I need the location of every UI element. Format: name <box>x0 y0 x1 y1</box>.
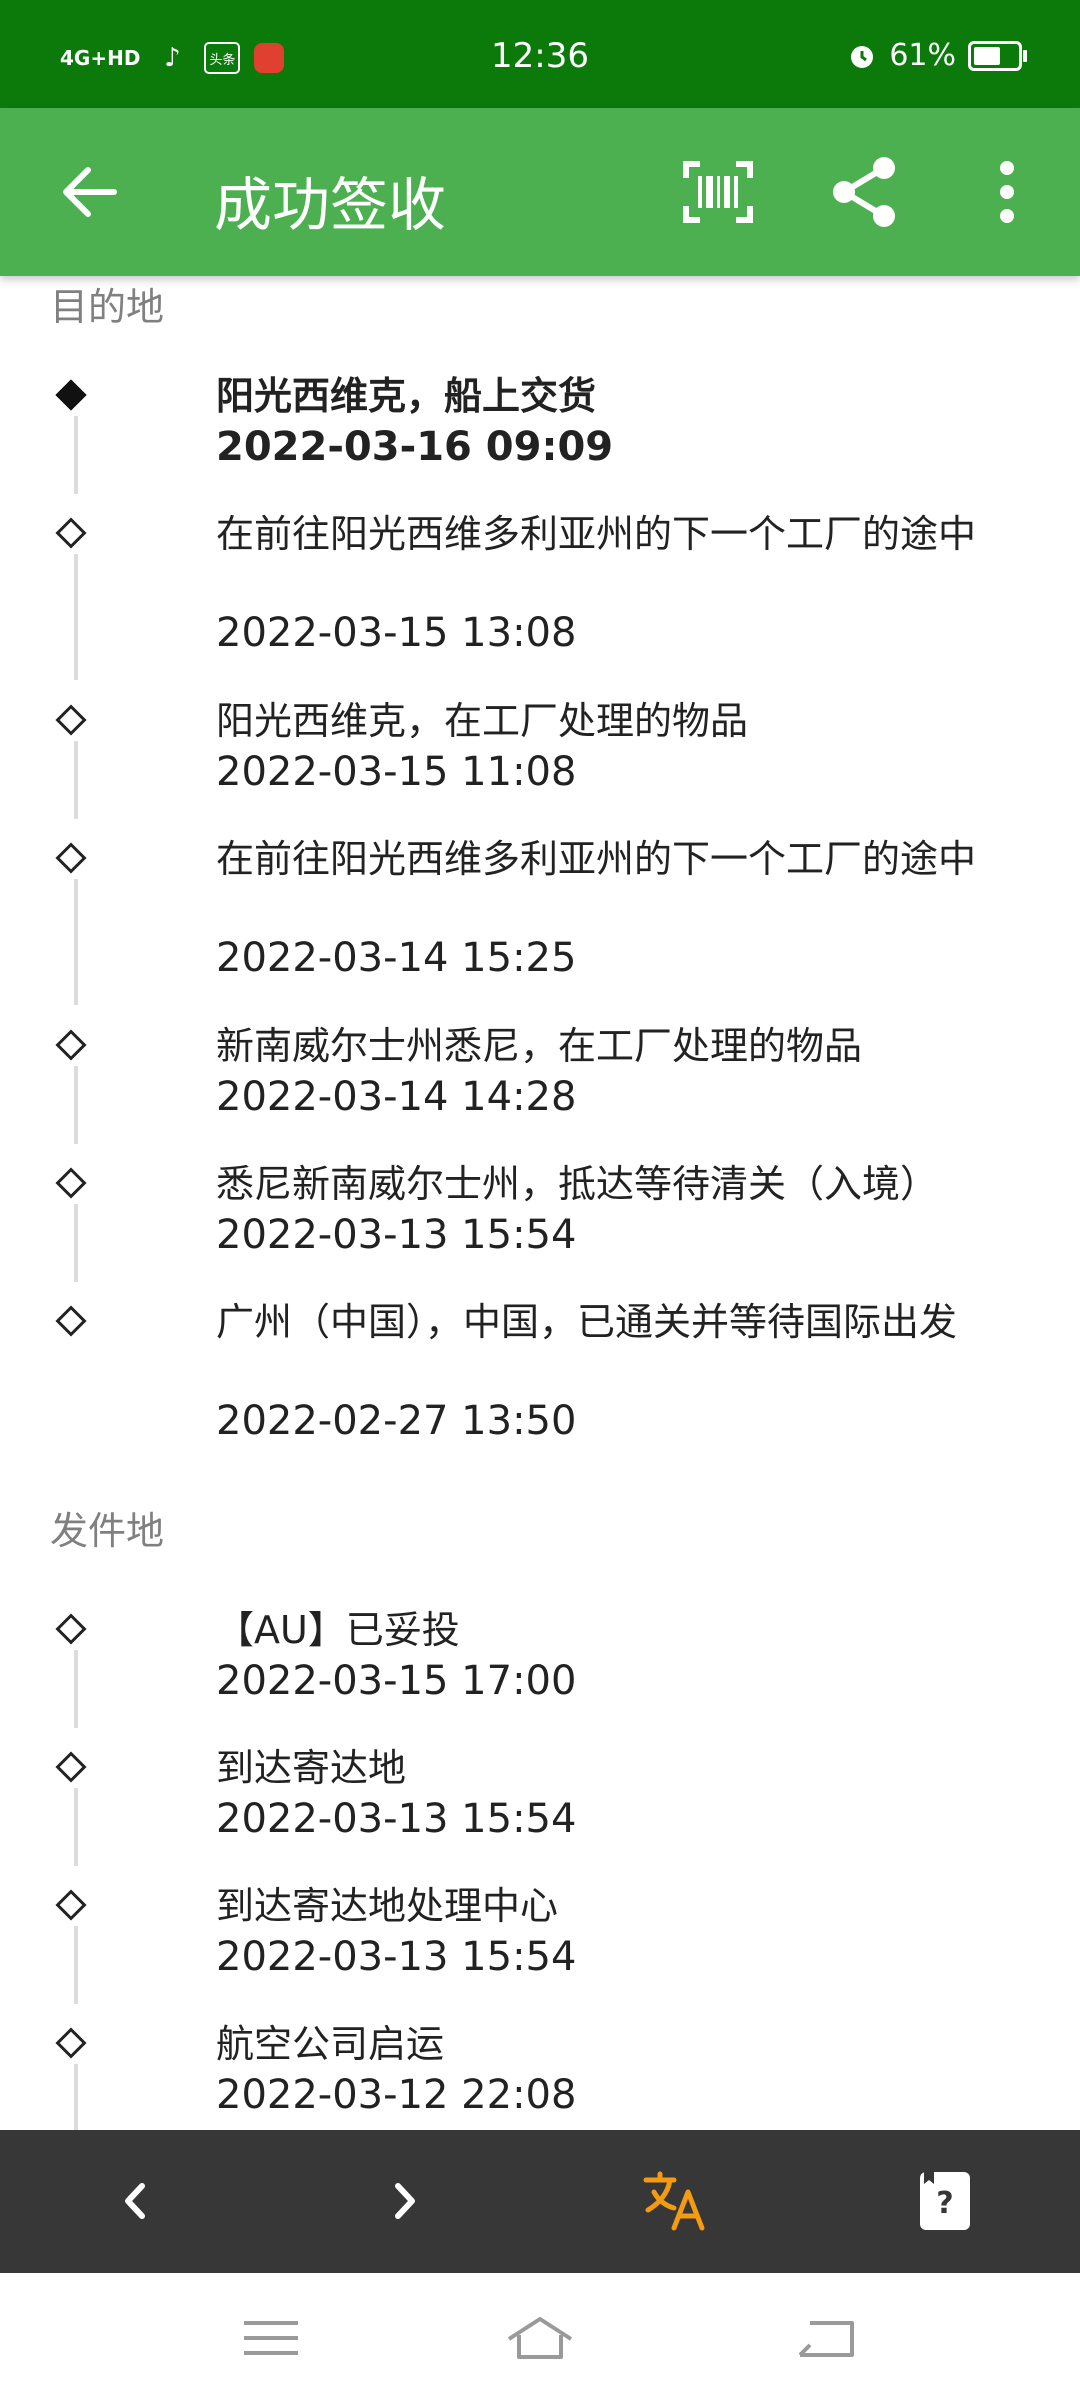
event-time: 2022-02-27 13:50 <box>216 1398 577 1444</box>
event-description: 【AU】已妥投 <box>216 1608 460 1652</box>
event-description: 到达寄达地 <box>216 1746 407 1790</box>
timeline-line <box>74 1926 78 2004</box>
chevron-right-icon[interactable] <box>370 2166 440 2236</box>
timeline-marker-icon <box>55 1889 87 1921</box>
event-time: 2022-03-14 14:28 <box>216 1074 577 1120</box>
timeline-line <box>74 2064 78 2130</box>
event-description: 广州（中国），中国，已通关并等待国际出发 <box>216 1300 958 1344</box>
timeline-marker-icon <box>55 517 87 549</box>
battery-fill <box>974 46 1000 65</box>
help-card-icon[interactable]: ? <box>910 2166 980 2236</box>
home-icon[interactable] <box>505 2313 575 2363</box>
event-description: 阳光西维克，船上交货 <box>216 374 597 418</box>
status-right-icons: 61% <box>847 38 1027 73</box>
barcode-scan-icon[interactable] <box>682 160 754 224</box>
share-icon[interactable] <box>830 154 900 230</box>
timeline-marker-icon <box>55 1167 87 1199</box>
timeline-marker-icon <box>55 2027 87 2059</box>
svg-text:?: ? <box>936 2186 953 2221</box>
event-description: 阳光西维克，在工厂处理的物品 <box>216 699 749 743</box>
timeline-line <box>74 1066 78 1144</box>
timeline-line <box>74 1204 78 1282</box>
event-time: 2022-03-15 13:08 <box>216 610 577 656</box>
app-bar: 成功签收 <box>0 108 1080 276</box>
event-time: 2022-03-15 11:08 <box>216 749 577 795</box>
bottom-toolbar: ? <box>0 2130 1080 2273</box>
event-time: 2022-03-13 15:54 <box>216 1212 577 1258</box>
event-description: 在前往阳光西维多利亚州的下一个工厂的途中 <box>216 512 977 556</box>
timeline-line <box>74 1788 78 1866</box>
timeline-line <box>74 879 78 1005</box>
alarm-icon <box>851 45 874 68</box>
menu-icon[interactable] <box>236 2313 306 2363</box>
destination-section-title: 目的地 <box>50 285 165 329</box>
event-time: 2022-03-14 15:25 <box>216 935 577 981</box>
page-title: 成功签收 <box>214 171 447 239</box>
origin-section-title: 发件地 <box>50 1509 165 1553</box>
current-status-marker-icon <box>55 379 87 411</box>
timeline-line <box>74 416 78 494</box>
timeline-marker-icon <box>55 1305 87 1337</box>
timeline-marker-icon <box>55 1751 87 1783</box>
timeline-line <box>74 1650 78 1728</box>
timeline-line <box>74 554 78 680</box>
system-nav-bar <box>0 2273 1080 2400</box>
translate-icon[interactable] <box>640 2166 710 2236</box>
event-description: 到达寄达地处理中心 <box>216 1884 559 1928</box>
event-description: 在前往阳光西维多利亚州的下一个工厂的途中 <box>216 837 977 881</box>
more-vert-icon[interactable] <box>985 154 1029 230</box>
nav-back-icon[interactable] <box>790 2313 860 2363</box>
tracking-content[interactable]: 目的地 阳光西维克，船上交货 2022-03-16 09:09 在前往阳光西维多… <box>0 276 1080 2130</box>
timeline-marker-icon <box>55 704 87 736</box>
chevron-left-icon[interactable] <box>100 2166 170 2236</box>
battery-icon <box>968 40 1027 71</box>
status-bar: 4G+HD ♪ 头条 12:36 61% <box>0 0 1080 108</box>
event-time: 2022-03-15 17:00 <box>216 1658 577 1704</box>
event-description: 新南威尔士州悉尼，在工厂处理的物品 <box>216 1024 863 1068</box>
battery-percent: 61% <box>889 38 956 73</box>
timeline-marker-icon <box>55 1613 87 1645</box>
event-time: 2022-03-13 15:54 <box>216 1934 577 1980</box>
event-description: 悉尼新南威尔士州，抵达等待清关（入境） <box>216 1162 939 1206</box>
timeline-line <box>74 741 78 819</box>
event-time: 2022-03-12 22:08 <box>216 2072 577 2118</box>
event-time: 2022-03-13 15:54 <box>216 1796 577 1842</box>
timeline-marker-icon <box>55 1029 87 1061</box>
event-description: 航空公司启运 <box>216 2022 445 2066</box>
event-time: 2022-03-16 09:09 <box>216 424 614 470</box>
back-arrow-icon[interactable] <box>52 154 128 230</box>
timeline-marker-icon <box>55 842 87 874</box>
